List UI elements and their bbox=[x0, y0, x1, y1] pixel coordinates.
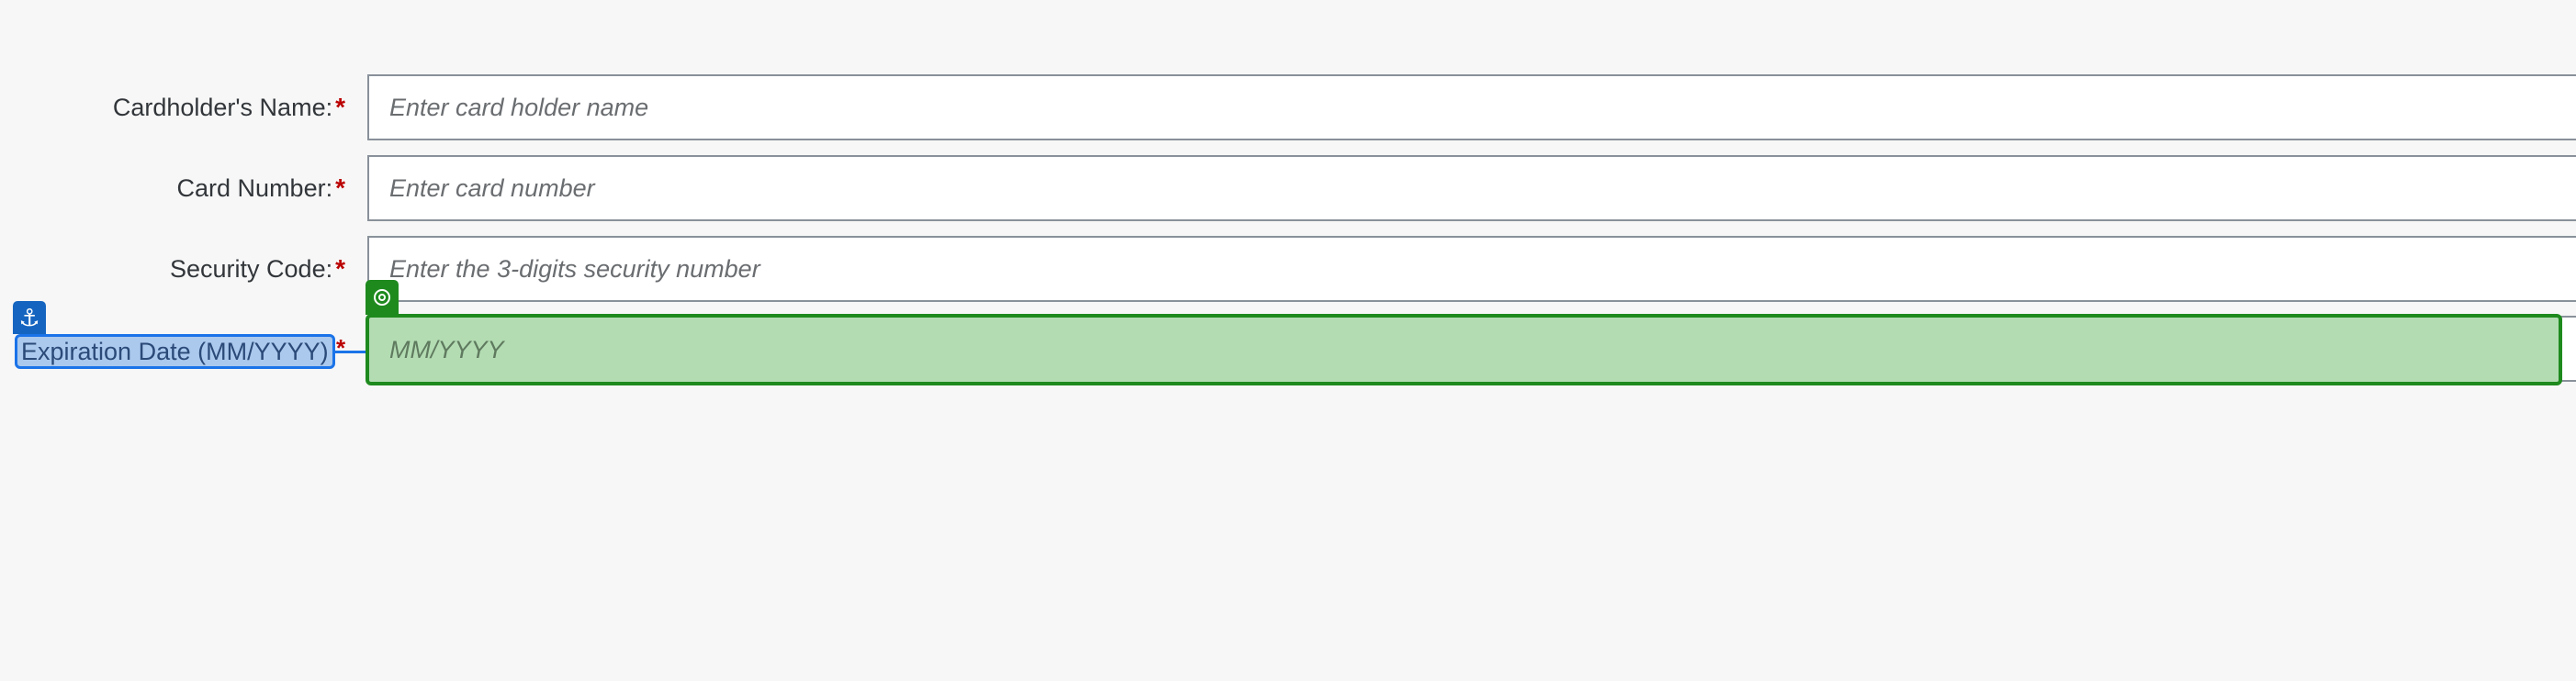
required-asterisk: * bbox=[335, 254, 345, 283]
security-code-label-text: Security Code: bbox=[170, 254, 333, 283]
security-code-label: Security Code: * bbox=[170, 236, 345, 302]
expiration-date-label: Expiration Date (MM/YYYY) bbox=[15, 334, 335, 369]
cardholder-name-label: Cardholder's Name: * bbox=[113, 74, 345, 140]
cardholder-name-input[interactable] bbox=[367, 74, 2576, 140]
cardholder-name-row: Cardholder's Name: * bbox=[0, 74, 2576, 140]
card-number-row: Card Number: * bbox=[0, 155, 2576, 221]
label-input-connector bbox=[334, 351, 369, 353]
required-asterisk: * bbox=[335, 93, 345, 121]
payment-form: Cardholder's Name:* Card Number:* Securi… bbox=[0, 0, 2576, 681]
card-number-label: Card Number: * bbox=[177, 155, 345, 221]
security-code-input[interactable] bbox=[367, 236, 2576, 302]
anchor-icon: ⚓ bbox=[13, 301, 46, 334]
expiration-date-input[interactable] bbox=[366, 314, 2562, 385]
card-number-label-text: Card Number: bbox=[176, 173, 333, 202]
cardholder-name-label-text: Cardholder's Name: bbox=[112, 93, 333, 121]
expiration-date-label-text: Expiration Date (MM/YYYY) bbox=[21, 337, 329, 365]
card-number-input[interactable] bbox=[367, 155, 2576, 221]
required-asterisk: * bbox=[335, 173, 345, 202]
required-asterisk: * bbox=[336, 334, 346, 362]
target-icon bbox=[366, 280, 399, 315]
